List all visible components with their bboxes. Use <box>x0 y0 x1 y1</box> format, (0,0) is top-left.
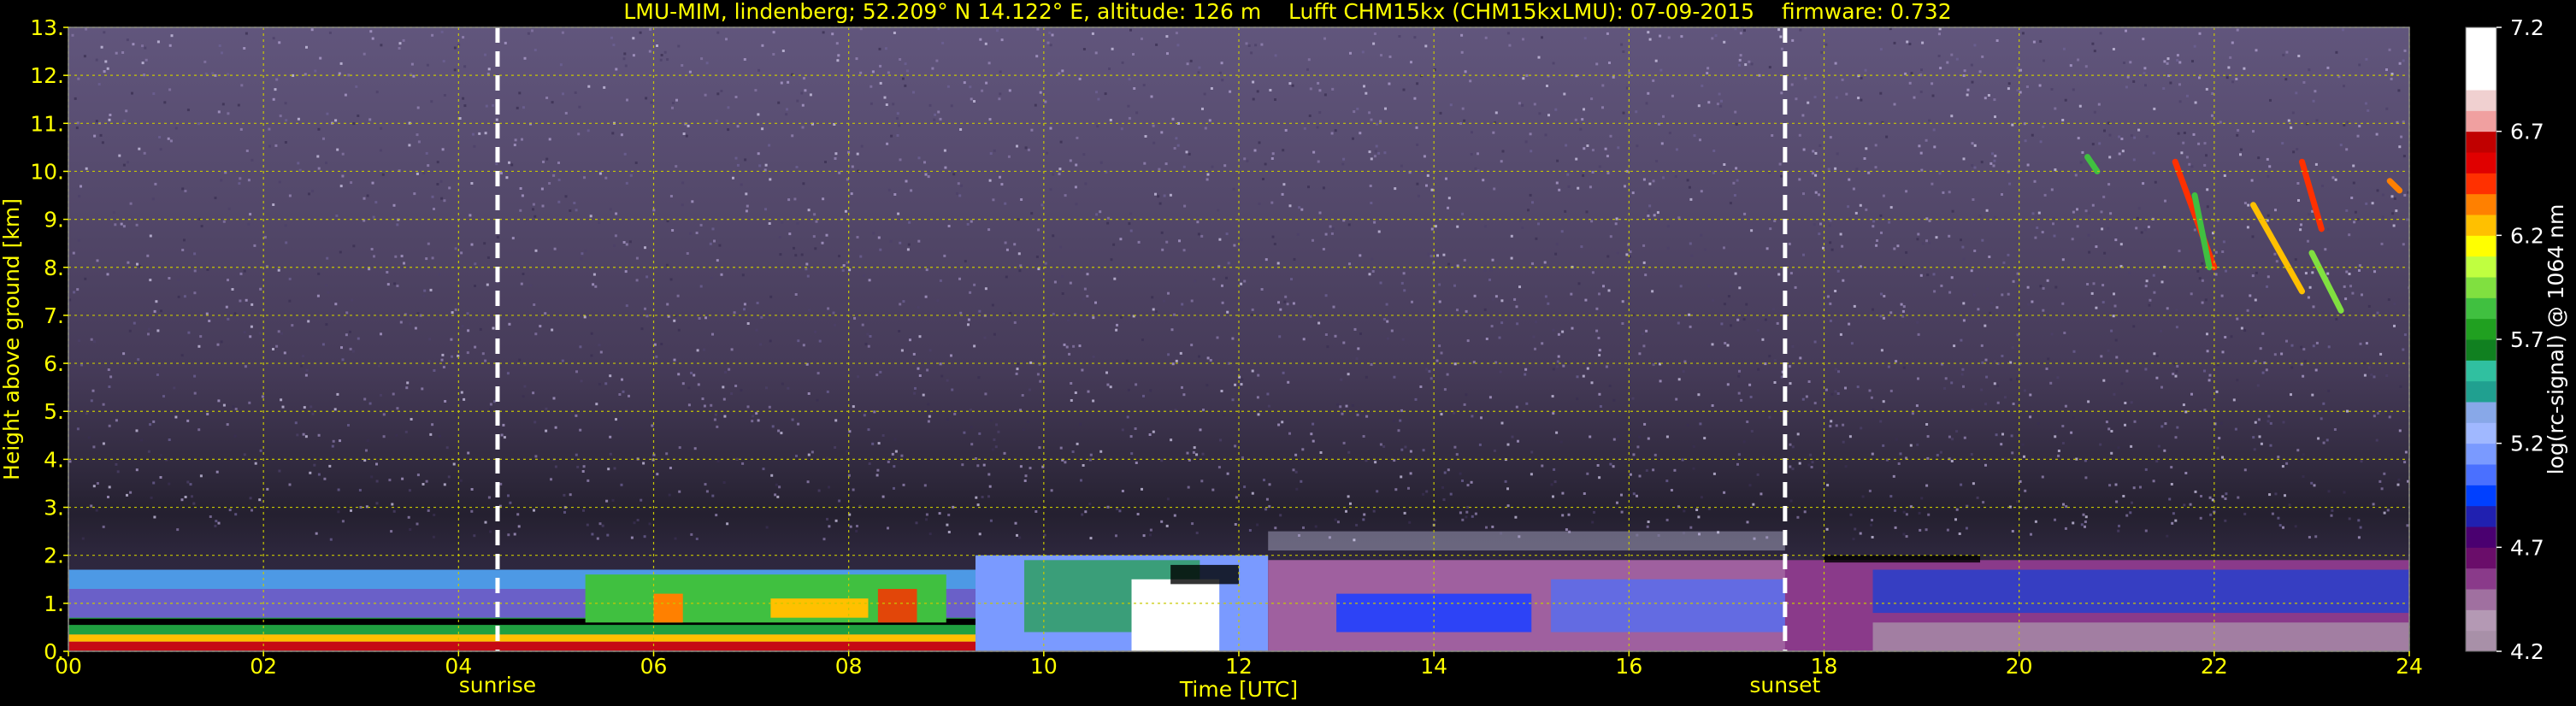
colorbar-segment <box>2466 422 2496 444</box>
colorbar-segment <box>2466 27 2496 49</box>
x-tick-label: 00 <box>55 654 82 679</box>
y-tick-label: 12. <box>30 63 64 88</box>
colorbar-segment <box>2466 215 2496 236</box>
colorbar-segment <box>2466 131 2496 153</box>
colorbar-segment <box>2466 90 2496 111</box>
y-axis-label: Height above ground [km] <box>0 198 24 480</box>
colorbar-tick-label: 4.2 <box>2510 639 2544 664</box>
y-tick-label: 4. <box>44 447 64 472</box>
x-tick-label: 22 <box>2201 654 2228 679</box>
colorbar-segment <box>2466 630 2496 652</box>
y-tick-label: 11. <box>30 111 64 136</box>
colorbar-tick-label: 4.7 <box>2510 535 2544 560</box>
sunrise-label: sunrise <box>459 673 536 697</box>
colorbar-segment <box>2466 505 2496 527</box>
colorbar-segment <box>2466 173 2496 195</box>
aerosol-plume <box>1551 579 1785 632</box>
x-axis-label: Time [UTC] <box>1179 677 1298 702</box>
y-tick-label: 3. <box>44 496 64 521</box>
colorbar-segment <box>2466 235 2496 257</box>
colorbar-segment <box>2466 110 2496 132</box>
colorbar-segment <box>2466 256 2496 278</box>
surface-layer-bottom <box>68 641 976 651</box>
colorbar-segment <box>2466 547 2496 569</box>
colorbar-segment <box>2466 568 2496 590</box>
y-tick-label: 1. <box>44 591 64 616</box>
x-axis-ticks: 00 02 04 06 08 10 12 14 16 18 20 22 24 <box>55 651 2423 679</box>
colorbar-segment <box>2466 152 2496 174</box>
evening-surface <box>1872 622 2409 651</box>
colorbar-segment <box>2466 380 2496 403</box>
y-tick-label: 13. <box>30 15 64 40</box>
sunset-label: sunset <box>1749 673 1820 697</box>
colorbar-segment <box>2466 443 2496 465</box>
y-tick-label: 10. <box>30 159 64 184</box>
colorbar-tick-label: 5.2 <box>2510 432 2544 456</box>
colorbar-tick-label: 6.2 <box>2510 223 2544 248</box>
x-tick-label: 12 <box>1225 654 1253 679</box>
cloud-bases <box>1268 531 1785 551</box>
plot-area <box>68 27 2409 651</box>
cloud-signal <box>1131 579 1220 651</box>
colorbar-segment <box>2466 360 2496 382</box>
colorbar-segment <box>2466 402 2496 423</box>
y-tick-label: 7. <box>44 303 64 328</box>
colorbar-tick-label: 7.2 <box>2510 15 2544 40</box>
x-tick-label: 06 <box>640 654 668 679</box>
y-axis-ticks: 0.1.2.3.4.5.6.7.8.9.10.11.12.13. <box>30 15 68 664</box>
colorbar-segment <box>2466 485 2496 507</box>
aerosol-burst <box>770 598 869 618</box>
evening-layer <box>1872 569 2409 614</box>
evening-top <box>1824 555 1981 563</box>
colorbar-segment <box>2466 318 2496 340</box>
cloud-top <box>1170 564 1239 585</box>
colorbar-segment <box>2466 48 2496 70</box>
x-tick-label: 10 <box>1030 654 1058 679</box>
colorbar-segment <box>2466 527 2496 548</box>
colorbar-segment <box>2466 464 2496 485</box>
x-tick-label: 24 <box>2396 654 2423 679</box>
colorbar-segment <box>2466 339 2496 361</box>
surface-layer <box>68 634 976 642</box>
colorbar-segment <box>2466 193 2496 215</box>
lidar-quicklook: 0. 1. 2. 3. 4. 5. 6. 7. 8. 9. 10. 11. 12. 13. 00 02 04 0… <box>0 0 2576 706</box>
colorbar-segment <box>2466 277 2496 298</box>
colorbar-segment <box>2466 68 2496 91</box>
aerosol-burst <box>653 593 683 623</box>
colorbar-segment <box>2466 609 2496 632</box>
y-tick-label: 8. <box>44 256 64 280</box>
colorbar: 7.2 6.7 6.2 5.7 5.2 4.7 4.2 <box>2465 15 2544 664</box>
x-tick-label: 14 <box>1420 654 1447 679</box>
aerosol-burst <box>877 589 917 623</box>
chart-title: LMU-MIM, lindenberg; 52.209° N 14.122° E… <box>623 0 1951 24</box>
x-tick-label: 08 <box>835 654 863 679</box>
colorbar-segment <box>2466 589 2496 610</box>
colorbar-label: log(rc-signal) @ 1064 nm <box>2544 204 2568 475</box>
y-tick-label: 9. <box>44 208 64 232</box>
y-tick-label: 2. <box>44 544 64 568</box>
x-tick-label: 02 <box>250 654 277 679</box>
y-tick-label: 6. <box>44 351 64 376</box>
colorbar-tick-label: 5.7 <box>2510 327 2544 352</box>
colorbar-segment <box>2466 297 2496 320</box>
colorbar-tick-label: 6.7 <box>2510 120 2544 144</box>
x-tick-label: 16 <box>1615 654 1642 679</box>
chart-svg: 0.1.2.3.4.5.6.7.8.9.10.11.12.13. 00 02 04 0… <box>0 0 2568 702</box>
y-tick-label: 5. <box>44 399 64 424</box>
x-tick-label: 20 <box>2006 654 2033 679</box>
